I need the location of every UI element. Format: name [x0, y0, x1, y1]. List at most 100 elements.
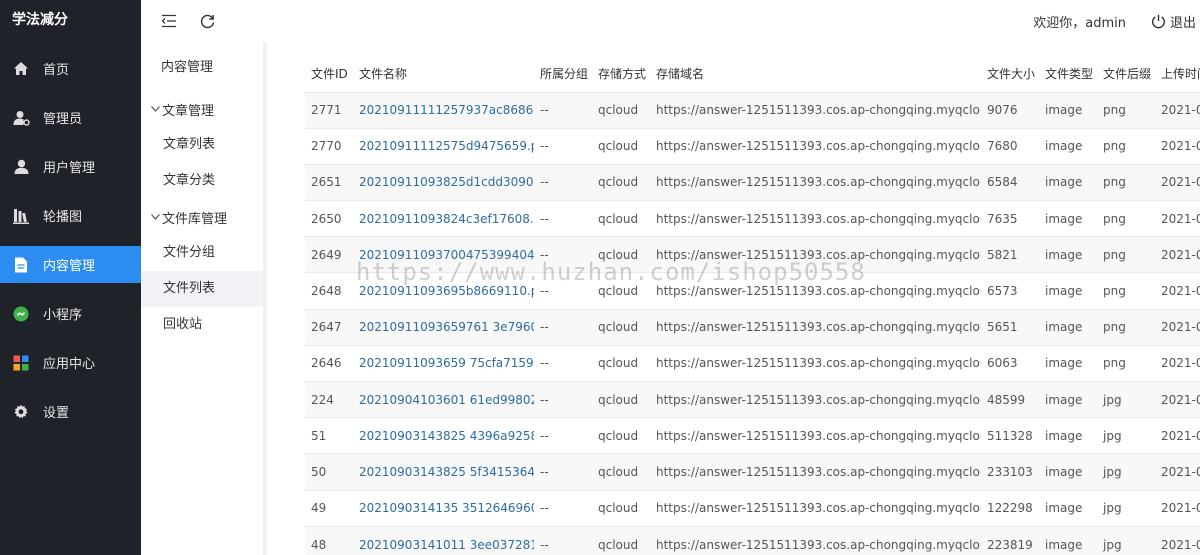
header-user-area: 欢迎你，admin 退出	[1033, 12, 1200, 31]
table-row: 264720210911093659761 3e7960.png--qcloud…	[305, 308, 1200, 346]
file-name-link[interactable]: 20210911093824c3ef17608.png	[353, 200, 534, 237]
table-cell: --	[534, 344, 592, 382]
logout-button[interactable]: 退出	[1151, 12, 1196, 31]
panel-divider	[263, 42, 267, 555]
table-cell: 2021-09-11	[1155, 236, 1200, 273]
table-cell: png	[1097, 163, 1155, 201]
table-cell: qcloud	[592, 344, 650, 382]
menu-collapse-icon[interactable]	[161, 13, 177, 29]
file-name-link[interactable]: 20210911093659 75cfa7159.png	[353, 344, 534, 382]
sidebar-item-gear[interactable]: 设置	[0, 393, 141, 430]
submenu-group-file-library[interactable]: 文件库管理	[141, 199, 263, 235]
top-header: 欢迎你，admin 退出	[141, 0, 1200, 42]
submenu-group-article-label: 文章管理	[162, 103, 215, 119]
table-cell: image	[1039, 236, 1097, 273]
table-cell: 2021-09-11	[1155, 91, 1200, 129]
table-cell: image	[1039, 344, 1097, 382]
table-cell: 2021-09-11	[1155, 163, 1200, 201]
column-header: 文件后缀	[1103, 67, 1152, 82]
submenu-item-recycle-bin[interactable]: 回收站	[141, 307, 263, 343]
table-cell: --	[534, 308, 592, 346]
sidebar-item-home[interactable]: 首页	[0, 50, 141, 87]
table-cell: 233103	[981, 453, 1039, 491]
table-cell: 2021-09-11	[1155, 272, 1200, 310]
file-list-panel: 文件ID 文件名称 所属分组存储方式存储域名 文件大小文件类型文件后缀上传时间 277…	[263, 42, 1200, 555]
column-header: 上传时间	[1161, 67, 1200, 82]
table-cell: https://answer-1251511393.cos.ap-chongqi…	[650, 308, 981, 346]
file-name-link[interactable]: 20210911093700475399404.png	[353, 236, 534, 273]
table-cell: 2770	[305, 127, 353, 165]
table-cell: 2021-09-11	[1155, 308, 1200, 346]
table-cell: https://answer-1251511393.cos.ap-chongqi…	[650, 453, 981, 491]
file-name-link[interactable]: 20210911111257937ac8686.png	[353, 91, 534, 129]
submenu-group-article[interactable]: 文章管理	[141, 91, 263, 127]
submenu-group-file-library-label: 文件库管理	[162, 211, 228, 227]
sidebar-item-user[interactable]: 用户管理	[0, 148, 141, 185]
table-cell: qcloud	[592, 127, 650, 165]
table-cell: image	[1039, 127, 1097, 165]
sidebar-item-document[interactable]: 内容管理	[0, 246, 141, 283]
table-cell: image	[1039, 380, 1097, 418]
user-icon	[12, 158, 30, 176]
table-cell: 51	[305, 417, 353, 454]
chevron-down-icon	[149, 214, 161, 220]
file-name-link[interactable]: 20210904103601 61ed99802.jpg	[353, 380, 534, 418]
table-cell: 5821	[981, 236, 1039, 273]
table-cell: 2649	[305, 236, 353, 273]
table-cell: qcloud	[592, 453, 650, 491]
sidebar-item-label: 设置	[43, 406, 70, 421]
sidebar-item-label: 轮播图	[43, 210, 83, 225]
file-name-link[interactable]: 20210911093695b8669110.png	[353, 272, 534, 310]
table-cell: https://answer-1251511393.cos.ap-chongqi…	[650, 163, 981, 201]
table-cell: https://answer-1251511393.cos.ap-chongqi…	[650, 127, 981, 165]
file-name-link[interactable]: 20210903141011 3ee037281.jpg	[353, 525, 534, 555]
submenu-item-article-list[interactable]: 文章列表	[141, 127, 263, 163]
column-header: 文件类型	[1045, 67, 1094, 82]
file-name-link[interactable]: 20210911093825d1cdd3090.png	[353, 163, 534, 201]
sidebar-item-label: 用户管理	[43, 161, 96, 176]
submenu-item-article-category[interactable]: 文章分类	[141, 163, 263, 199]
file-name-link[interactable]: 20210903143825 5f3415364.jpg	[353, 453, 534, 491]
gear-icon	[12, 403, 30, 421]
table-cell: png	[1097, 272, 1155, 310]
miniprogram-icon	[12, 305, 30, 323]
sidebar-item-carousel[interactable]: 轮播图	[0, 197, 141, 234]
table-cell: image	[1039, 163, 1097, 201]
table-cell: 2771	[305, 91, 353, 129]
table-cell: --	[534, 127, 592, 165]
table-cell: 6573	[981, 272, 1039, 310]
table-cell: https://answer-1251511393.cos.ap-chongqi…	[650, 200, 981, 237]
table-cell: image	[1039, 308, 1097, 346]
table-cell: png	[1097, 127, 1155, 165]
content-area: 文件ID 文件名称 所属分组存储方式存储域名 文件大小文件类型文件后缀上传时间 277…	[263, 42, 1200, 555]
table-cell: qcloud	[592, 380, 650, 418]
table-cell: https://answer-1251511393.cos.ap-chongqi…	[650, 417, 981, 454]
table-cell: 48599	[981, 380, 1039, 418]
submenu-item-file-list[interactable]: 文件列表	[141, 271, 263, 307]
table-cell: 2651	[305, 163, 353, 201]
file-table: 文件ID 文件名称 所属分组存储方式存储域名 文件大小文件类型文件后缀上传时间 277…	[305, 56, 1200, 555]
table-cell: --	[534, 417, 592, 454]
file-name-link[interactable]: 20210903143825 4396a9258.jpg	[353, 417, 534, 454]
table-cell: qcloud	[592, 236, 650, 273]
app-center-icon	[12, 354, 30, 372]
table-cell: jpg	[1097, 525, 1155, 555]
table-cell: 223819	[981, 525, 1039, 555]
table-cell: png	[1097, 91, 1155, 129]
file-name-link[interactable]: 20210911093659761 3e7960.png	[353, 308, 534, 346]
table-cell: image	[1039, 525, 1097, 555]
table-cell: png	[1097, 200, 1155, 237]
secondary-menu: 内容管理 文章管理 文章列表 文章分类 文件库管理 文件分组 文件列表 回收站	[141, 0, 263, 555]
sidebar-item-app-center[interactable]: 应用中心	[0, 344, 141, 381]
sidebar-item-admin-user[interactable]: 管理员	[0, 99, 141, 136]
sidebar-item-miniprogram[interactable]: 小程序	[0, 295, 141, 332]
submenu-item-file-groups[interactable]: 文件分组	[141, 235, 263, 271]
admin-user-icon	[12, 109, 30, 127]
file-name-link[interactable]: 2021090314135 3512646960.jpg	[353, 489, 534, 527]
sidebar-nav: 首页管理员用户管理轮播图内容管理小程序应用中心设置	[0, 50, 141, 430]
column-header: 所属分组	[540, 67, 589, 82]
table-cell: --	[534, 200, 592, 237]
file-name-link[interactable]: 20210911112575d9475659.png	[353, 127, 534, 165]
table-cell: qcloud	[592, 308, 650, 346]
refresh-icon[interactable]	[199, 13, 215, 29]
